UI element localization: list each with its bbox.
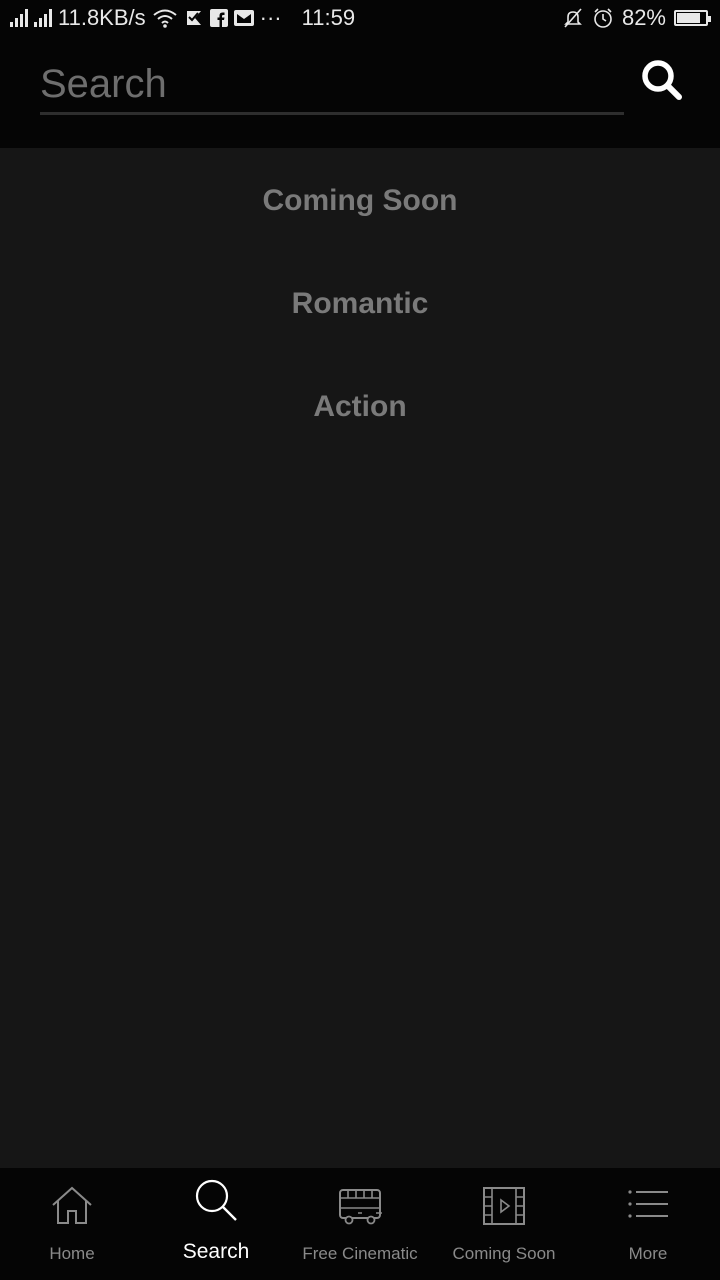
bottom-nav: Home Search Free Cinematic Coming Soon M… bbox=[0, 1168, 720, 1280]
category-coming-soon[interactable]: Coming Soon bbox=[0, 184, 720, 218]
battery-percent: 82% bbox=[621, 5, 666, 30]
nav-home[interactable]: Home bbox=[0, 1168, 144, 1280]
nav-more-label: More bbox=[628, 1244, 668, 1263]
nav-coming-soon[interactable]: Coming Soon bbox=[432, 1168, 576, 1280]
category-list: Coming Soon Romantic Action bbox=[0, 148, 720, 1168]
more-dots: ··· bbox=[259, 5, 282, 30]
search-icon bbox=[642, 60, 682, 100]
search-input[interactable] bbox=[40, 56, 624, 115]
nav-search-label: Search bbox=[182, 1240, 250, 1263]
category-action[interactable]: Action bbox=[0, 390, 720, 424]
clock: 11:59 bbox=[301, 5, 356, 30]
check-flag-icon bbox=[184, 8, 204, 28]
search-button[interactable] bbox=[636, 54, 688, 106]
mute-bell-icon bbox=[562, 7, 584, 29]
nav-search[interactable]: Search bbox=[144, 1168, 288, 1280]
facebook-icon bbox=[209, 9, 228, 27]
signal-icon bbox=[34, 9, 52, 27]
list-icon bbox=[628, 1190, 668, 1218]
bus-icon bbox=[339, 1189, 382, 1225]
alarm-icon bbox=[592, 7, 614, 29]
status-bar: 11.8KB/s ··· 11:59 82% bbox=[0, 0, 720, 36]
nav-coming-soon-label: Coming Soon bbox=[452, 1244, 556, 1263]
wifi-icon bbox=[152, 8, 178, 28]
nav-free-cinematic-label: Free Cinematic bbox=[302, 1244, 418, 1263]
battery-icon bbox=[674, 10, 711, 26]
search-icon bbox=[195, 1179, 237, 1221]
category-romantic[interactable]: Romantic bbox=[0, 287, 720, 321]
nav-more[interactable]: More bbox=[576, 1168, 720, 1280]
nav-home-label: Home bbox=[49, 1244, 95, 1263]
search-header bbox=[0, 36, 720, 148]
mail-icon bbox=[233, 10, 254, 26]
nav-free-cinematic[interactable]: Free Cinematic bbox=[288, 1168, 432, 1280]
net-speed: 11.8KB/s bbox=[58, 5, 146, 30]
signal-icon bbox=[10, 9, 28, 27]
home-icon bbox=[52, 1186, 92, 1224]
film-icon bbox=[483, 1187, 525, 1225]
